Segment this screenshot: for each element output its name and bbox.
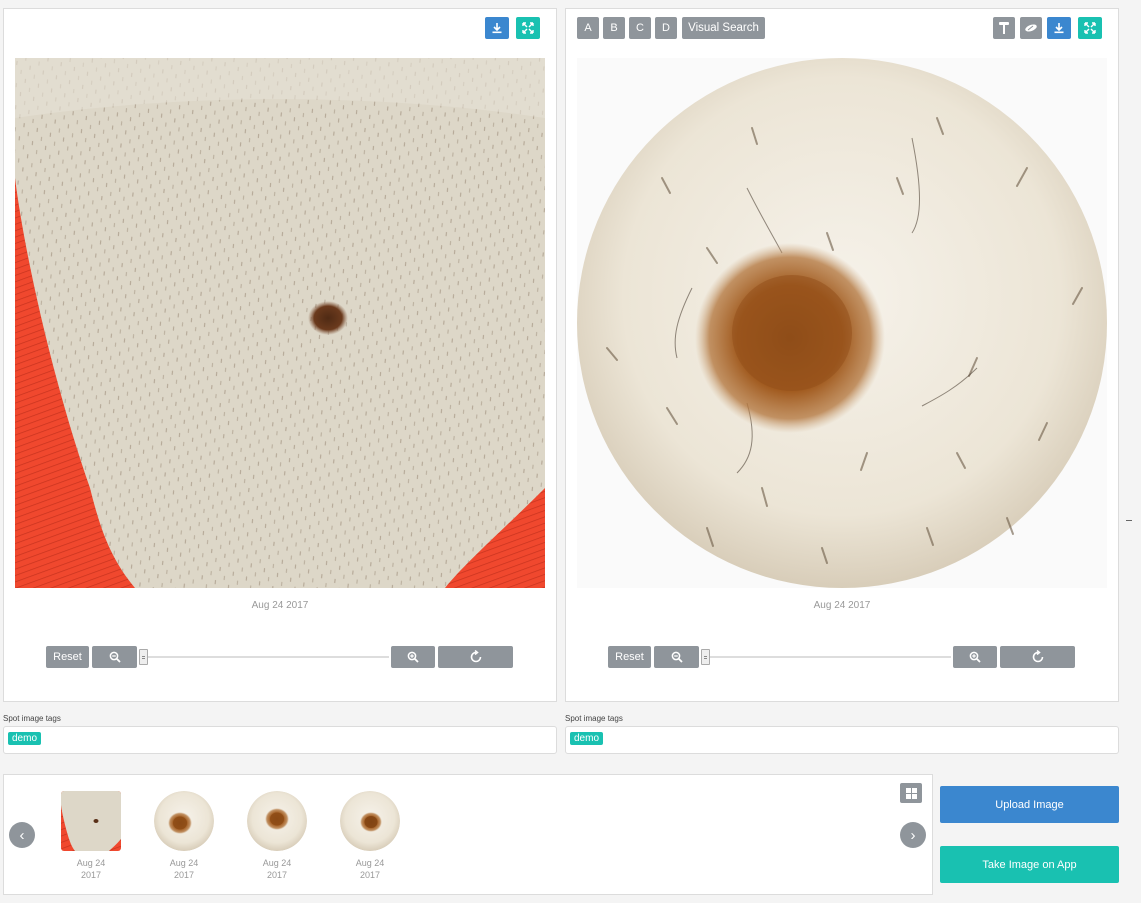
- tags-input-right[interactable]: demo: [565, 726, 1119, 754]
- zoom-out-icon: [671, 651, 683, 663]
- timeline-prev-button[interactable]: ‹: [9, 822, 35, 848]
- thumbnail-date: Aug 24 2017: [169, 858, 199, 880]
- zoom-slider-handle[interactable]: [701, 649, 710, 665]
- thumbnail-date: Aug 24 2017: [262, 858, 292, 880]
- thumbnail-image[interactable]: [154, 791, 214, 851]
- dermoscopic-image[interactable]: [577, 58, 1107, 588]
- zoom-in-button[interactable]: [391, 646, 435, 668]
- thumbnail-date: Aug 24 2017: [76, 858, 106, 880]
- zoom-out-button[interactable]: [654, 646, 699, 668]
- tag-chip[interactable]: demo: [8, 732, 42, 745]
- zoom-slider-handle[interactable]: [139, 649, 148, 665]
- zoom-out-icon: [109, 651, 121, 663]
- clinical-image-viewer: Aug 24 2017 Reset: [3, 8, 557, 702]
- overlay-button-a[interactable]: A: [577, 17, 599, 39]
- pill-icon: [1024, 23, 1038, 33]
- rotate-button[interactable]: [1000, 646, 1075, 668]
- visual-search-button[interactable]: Visual Search: [682, 17, 765, 39]
- dermoscopic-image-viewer: A B C D Visual Search Aug 24 2017 Reset: [565, 8, 1119, 702]
- download-button[interactable]: [485, 17, 509, 39]
- timeline-thumbnail[interactable]: Aug 24 2017: [246, 791, 308, 881]
- download-icon: [1053, 22, 1065, 34]
- thumbnail-image[interactable]: [247, 791, 307, 851]
- grid-icon: [905, 787, 917, 799]
- timeline-next-button[interactable]: ›: [900, 822, 926, 848]
- scroll-edge-marker: [1126, 520, 1132, 521]
- tags-label-right: Spot image tags: [565, 714, 623, 723]
- fullscreen-icon: [522, 22, 534, 34]
- image-date-caption: Aug 24 2017: [813, 600, 871, 611]
- upload-image-button[interactable]: Upload Image: [940, 786, 1119, 823]
- fullscreen-icon: [1084, 22, 1096, 34]
- reset-zoom-button[interactable]: Reset: [46, 646, 89, 668]
- zoom-slider-track[interactable]: [144, 656, 389, 658]
- tag-chip[interactable]: demo: [570, 732, 604, 745]
- zoom-out-button[interactable]: [92, 646, 137, 668]
- rotate-icon: [1031, 650, 1045, 664]
- tags-input-left[interactable]: demo: [3, 726, 557, 754]
- grid-view-button[interactable]: [900, 783, 922, 803]
- dermatoscope-button[interactable]: [993, 17, 1015, 39]
- rotate-button[interactable]: [438, 646, 513, 668]
- timeline-thumbnail[interactable]: Aug 24 2017: [153, 791, 215, 881]
- clinical-image[interactable]: [15, 58, 545, 588]
- zoom-slider-track[interactable]: [706, 656, 951, 658]
- image-timeline: ‹ › Aug 24 2017 Aug 24 2017 Aug 24 2017 …: [3, 774, 933, 895]
- timeline-thumbnail[interactable]: Aug 24 2017: [339, 791, 401, 881]
- thumbnail-image[interactable]: [61, 791, 121, 851]
- dermatoscope-icon: [998, 21, 1010, 35]
- overlay-button-d[interactable]: D: [655, 17, 677, 39]
- overlay-button-b[interactable]: B: [603, 17, 625, 39]
- download-button[interactable]: [1047, 17, 1071, 39]
- thumbnail-image[interactable]: [340, 791, 400, 851]
- zoom-in-button[interactable]: [953, 646, 997, 668]
- download-icon: [491, 22, 503, 34]
- rotate-icon: [469, 650, 483, 664]
- fullscreen-button[interactable]: [516, 17, 540, 39]
- thumbnail-date: Aug 24 2017: [355, 858, 385, 880]
- tags-label-left: Spot image tags: [3, 714, 61, 723]
- fullscreen-button[interactable]: [1078, 17, 1102, 39]
- reset-zoom-button[interactable]: Reset: [608, 646, 651, 668]
- zoom-in-icon: [969, 651, 981, 663]
- overlay-button-c[interactable]: C: [629, 17, 651, 39]
- image-date-caption: Aug 24 2017: [251, 600, 309, 611]
- take-image-on-app-button[interactable]: Take Image on App: [940, 846, 1119, 883]
- pill-button[interactable]: [1020, 17, 1042, 39]
- zoom-in-icon: [407, 651, 419, 663]
- timeline-thumbnail[interactable]: Aug 24 2017: [60, 791, 122, 881]
